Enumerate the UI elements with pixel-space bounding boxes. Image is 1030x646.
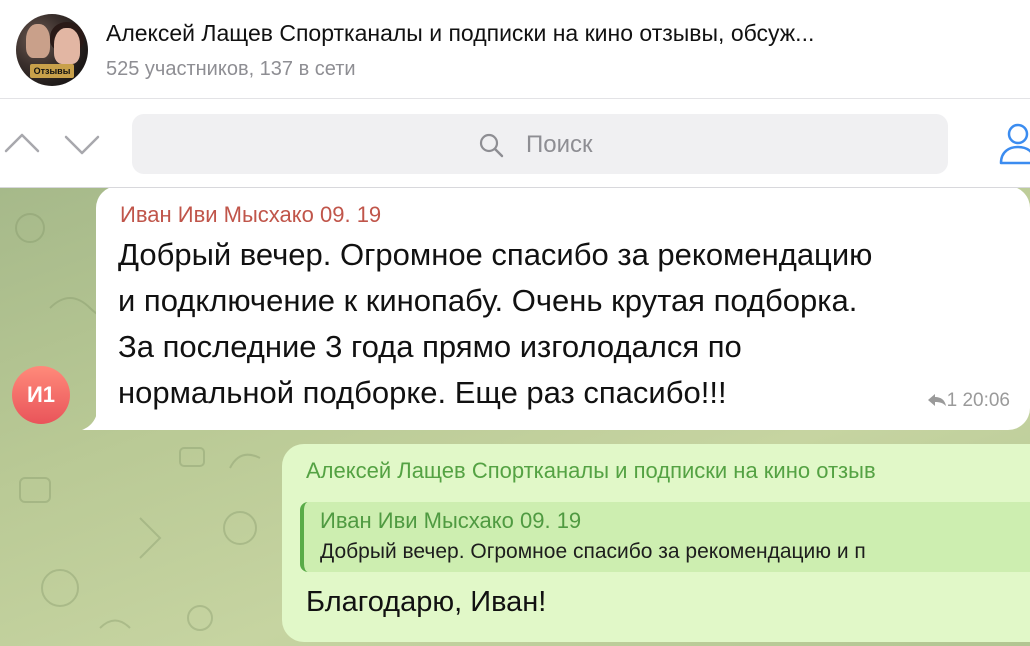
message-meta: 1 20:06	[927, 390, 1010, 412]
search-placeholder: Поиск	[526, 131, 593, 158]
message-sender-name[interactable]: Иван Иви Мысхако 09. 19	[120, 202, 381, 228]
message-text: Благодарю, Иван!	[306, 586, 547, 618]
sender-avatar[interactable]: И1	[12, 366, 70, 424]
chat-title[interactable]: Алексей Лащев Спортканалы и подписки на …	[106, 20, 1026, 47]
reply-quote[interactable]: Иван Иви Мысхако 09. 19 Добрый вечер. Ог…	[300, 502, 1030, 572]
quote-text: Добрый вечер. Огромное спасибо за рекоме…	[320, 540, 866, 563]
reply-icon[interactable]	[927, 391, 947, 406]
message-line: нормальной подборке. Еще раз спасибо!!!	[118, 375, 727, 410]
message-time: 20:06	[962, 390, 1010, 411]
profile-icon[interactable]	[996, 121, 1030, 165]
incoming-message-bubble[interactable]: Иван Иви Мысхако 09. 19 Добрый вечер. Ог…	[82, 188, 1030, 430]
bubble-tail	[82, 404, 112, 430]
outgoing-message-bubble[interactable]: Алексей Лащев Спортканалы и подписки на …	[282, 444, 1030, 642]
avatar-person-right	[54, 28, 80, 64]
chevron-up-icon[interactable]	[2, 127, 42, 161]
message-text: Добрый вечер. Огромное спасибо за рекоме…	[118, 232, 1018, 416]
message-sender-name[interactable]: Алексей Лащев Спортканалы и подписки на …	[306, 458, 1030, 484]
chat-avatar[interactable]: Отзывы	[16, 14, 88, 86]
quote-sender-name: Иван Иви Мысхако 09. 19	[320, 508, 582, 533]
message-line: За последние 3 года прямо изголодался по	[118, 329, 742, 364]
chat-area[interactable]: Иван Иви Мысхако 09. 19 Добрый вечер. Ог…	[0, 188, 1030, 646]
avatar-person-left	[26, 24, 50, 58]
avatar-badge: Отзывы	[30, 64, 74, 78]
search-input[interactable]: Поиск	[132, 114, 948, 174]
search-icon	[478, 132, 504, 158]
chevron-down-icon[interactable]	[62, 127, 102, 161]
chat-members-status: 525 участников, 137 в сети	[106, 58, 356, 80]
reply-count[interactable]: 1	[947, 390, 958, 411]
message-line: и подключение к кинопабу. Очень крутая п…	[118, 283, 858, 318]
message-line: Добрый вечер. Огромное спасибо за рекоме…	[118, 237, 873, 272]
search-toolbar: Поиск	[0, 99, 1030, 188]
chat-header: Отзывы Алексей Лащев Спортканалы и подпи…	[0, 0, 1030, 99]
